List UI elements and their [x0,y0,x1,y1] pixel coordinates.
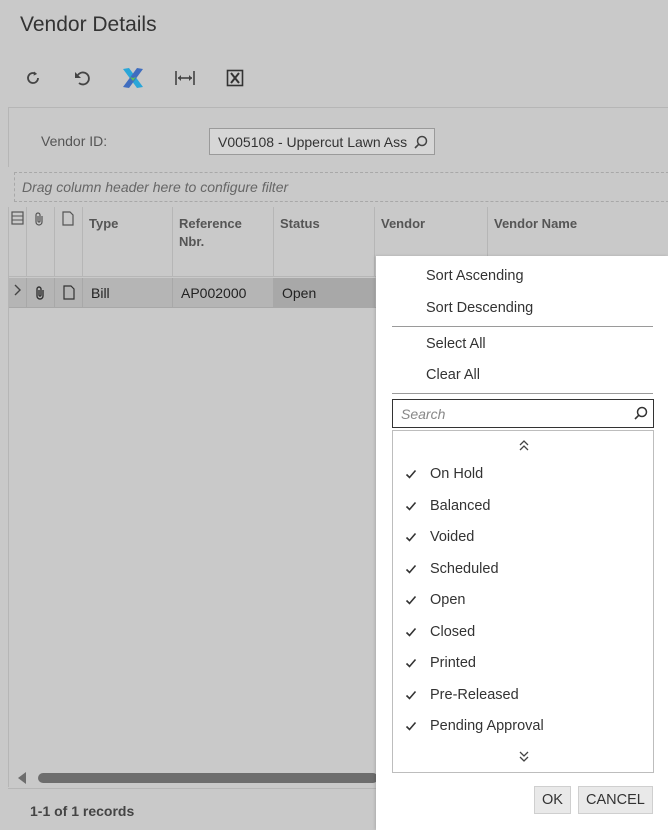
divider [392,393,653,394]
export-excel-icon [226,69,244,87]
column-filter-dropdown: Sort Ascending Sort Descending Select Al… [376,256,668,830]
list-item[interactable]: Open [393,588,653,614]
list-item[interactable]: Printed [393,651,653,677]
checkmark-icon[interactable] [405,468,417,480]
note-icon [62,211,74,226]
checkmark-icon[interactable] [405,689,417,701]
list-item-label: Scheduled [430,561,499,577]
paperclip-icon [35,212,43,226]
list-item[interactable]: Pre-Released [393,683,653,709]
list-item[interactable]: Pending Approval [393,714,653,740]
vendor-id-field[interactable]: V005108 - Uppercut Lawn Ass [209,128,435,155]
chevron-right-icon [14,284,21,296]
export-excel-button[interactable] [221,64,249,92]
divider [392,326,653,327]
clear-all-item[interactable]: Clear All [426,367,480,383]
note-icon [63,285,75,300]
list-item-label: On Hold [430,466,484,482]
colorful-x-icon [123,68,143,88]
fit-width-icon [175,71,195,85]
checkmark-icon[interactable] [405,594,417,606]
column-status[interactable]: Status [274,207,375,277]
horizontal-scrollbar[interactable] [8,770,378,786]
cell-reference-nbr[interactable]: AP002000 [173,278,274,308]
column-type[interactable]: Type [83,207,173,277]
checkmark-icon[interactable] [405,531,417,543]
undo-button[interactable] [68,64,96,92]
filter-search-input[interactable]: Search [392,399,654,428]
search-icon[interactable] [633,405,649,421]
list-item-label: Closed [430,624,476,640]
search-placeholder: Search [401,406,446,422]
checkmark-icon[interactable] [405,720,417,732]
refresh-icon [27,71,39,84]
checkmark-icon[interactable] [405,563,417,575]
list-item[interactable]: Balanced [393,494,653,520]
scroll-left-arrow-icon[interactable] [18,772,26,784]
toolbar [0,60,668,94]
colorful-x-button[interactable] [119,64,147,92]
column-row-selector[interactable] [9,207,27,277]
list-item-label: Open [430,592,466,608]
vendor-panel: Vendor ID: V005108 - Uppercut Lawn Ass [8,107,668,167]
sort-ascending-item[interactable]: Sort Ascending [426,268,524,284]
vendor-id-label: Vendor ID: [41,133,108,149]
list-item[interactable]: On Hold [393,462,653,488]
row-expand[interactable] [9,278,27,308]
checkmark-icon[interactable] [405,626,417,638]
list-item-label: Pre-Released [430,687,519,703]
checkmark-icon[interactable] [405,657,417,669]
list-item[interactable]: Scheduled [393,557,653,583]
page-title: Vendor Details [20,13,157,36]
status-value-list: On Hold Balanced Voided Scheduled Open C… [392,430,654,773]
list-item-label: Printed [430,655,476,671]
row-selector-icon [11,211,24,225]
list-item-label: Pending Approval [430,718,544,734]
cell-status[interactable]: Open [274,278,375,308]
cancel-button[interactable]: CANCEL [578,786,653,814]
list-item[interactable]: Voided [393,525,653,551]
cell-type[interactable]: Bill [83,278,173,308]
scroll-up-icon[interactable] [518,439,530,451]
row-attachment[interactable] [27,278,55,308]
list-item-label: Voided [430,529,475,545]
scroll-down-icon[interactable] [518,751,530,763]
ok-button[interactable]: OK [534,786,571,814]
column-notes[interactable] [55,207,83,277]
column-reference-nbr[interactable]: Reference Nbr. [173,207,274,277]
sort-descending-item[interactable]: Sort Descending [426,300,533,316]
column-attachments[interactable] [27,207,55,277]
checkmark-icon[interactable] [405,500,417,512]
list-item[interactable]: Closed [393,620,653,646]
paperclip-icon [36,286,44,300]
filter-drop-zone[interactable]: Drag column header here to configure fil… [14,172,668,202]
fit-width-button[interactable] [171,64,199,92]
undo-icon [75,71,90,86]
list-item-label: Balanced [430,498,491,514]
select-all-item[interactable]: Select All [426,336,486,352]
vendor-id-value: V005108 - Uppercut Lawn Ass [218,134,408,150]
scroll-thumb[interactable] [38,773,378,783]
search-icon[interactable] [413,134,429,150]
row-note[interactable] [55,278,83,308]
refresh-button[interactable] [19,64,47,92]
records-count: 1-1 of 1 records [30,803,135,819]
